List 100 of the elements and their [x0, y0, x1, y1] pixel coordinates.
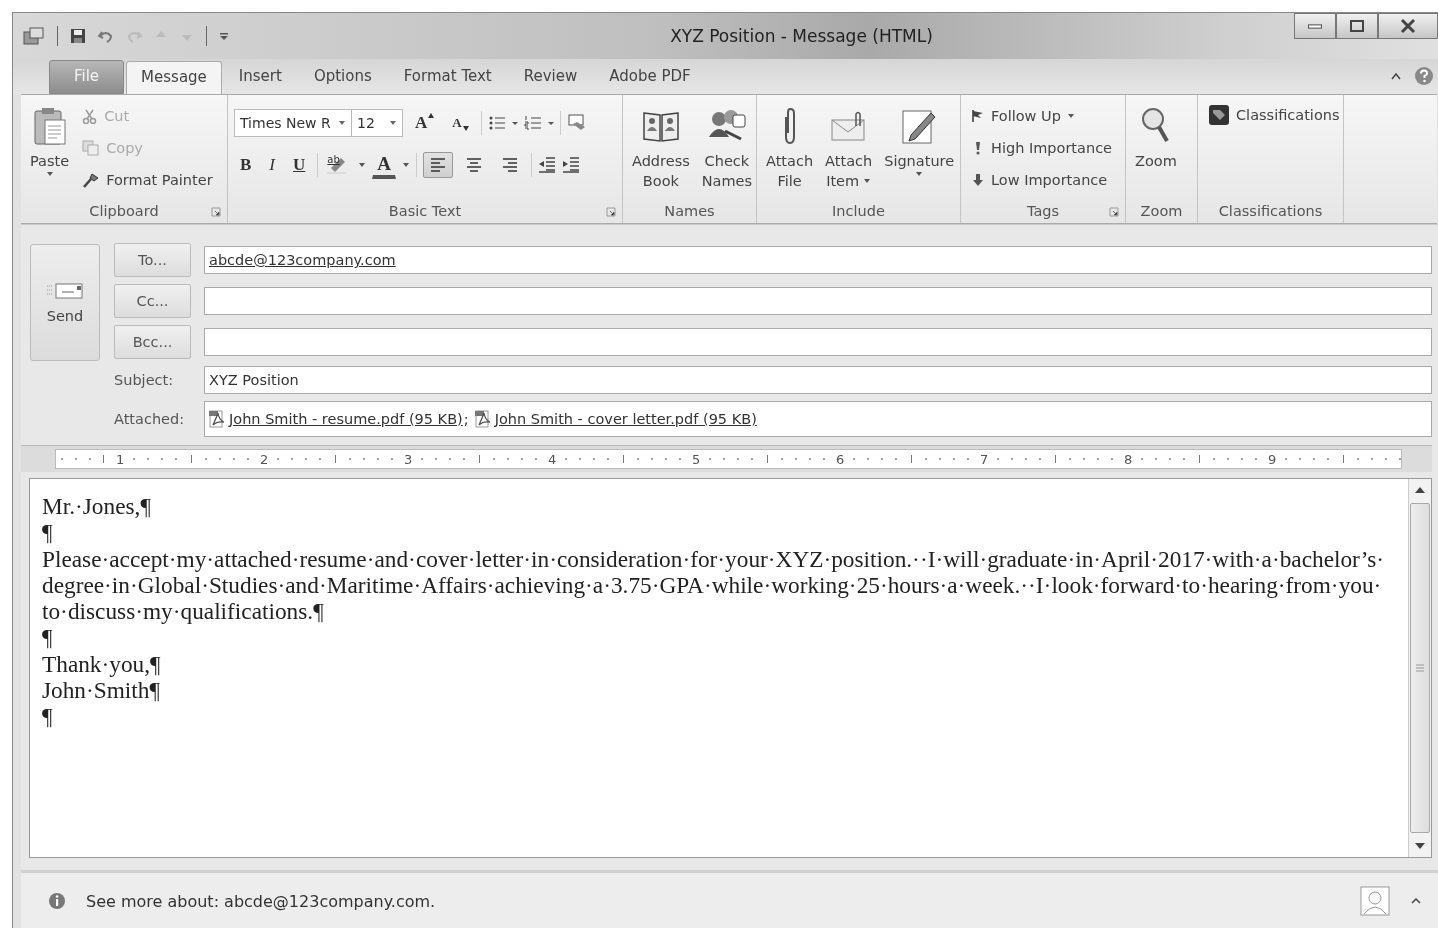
recipient-button[interactable]: Bcc... — [114, 325, 191, 359]
decrease-indent-icon[interactable] — [538, 157, 557, 173]
recipient-field[interactable] — [204, 328, 1432, 356]
ribbon-tab[interactable]: Insert — [223, 60, 297, 94]
format-button[interactable]: U — [287, 152, 312, 178]
ribbon-button[interactable]: Check Names — [696, 99, 758, 195]
minimize-icon — [1308, 23, 1322, 29]
close-icon — [1399, 18, 1417, 34]
scroll-up-icon[interactable] — [1414, 485, 1426, 495]
ribbon-tab[interactable]: Options — [298, 60, 387, 94]
ribbon-button[interactable]: Attach Item — [820, 99, 878, 195]
flag-icon — [971, 109, 985, 123]
minimize-button[interactable] — [1294, 13, 1336, 39]
pdf-icon — [209, 410, 225, 428]
ribbon-button[interactable]: Classifications — [1202, 101, 1346, 131]
ribbon-tab[interactable]: Adobe PDF — [594, 60, 706, 94]
ribbon-button[interactable]: Address Book — [627, 99, 695, 195]
scroll-down-icon[interactable] — [1414, 841, 1426, 851]
format-button[interactable]: I — [263, 152, 281, 178]
attachment-field[interactable]: John Smith - resume.pdf (95 KB); John Smith - cover letter.pdf (95 KB) — [204, 401, 1432, 437]
body-paragraph: Mr.·Jones,¶ — [42, 493, 152, 520]
grow-font-button[interactable]: A — [409, 110, 441, 136]
body-paragraph: ¶ — [42, 624, 54, 651]
ribbon-button[interactable]: Paste — [25, 99, 75, 195]
ribbon-button[interactable]: High Importance — [965, 133, 1119, 163]
group-label: Basic Text — [388, 203, 462, 219]
highlighter-icon — [327, 156, 350, 174]
ruler-number: 5 — [692, 451, 700, 467]
down-arrow-icon — [462, 126, 469, 131]
group-label: Names — [664, 203, 715, 219]
format-button[interactable]: B — [234, 152, 258, 178]
maximize-icon — [1349, 19, 1365, 33]
recipient-button[interactable]: To... — [114, 243, 191, 277]
dialog-launcher-icon[interactable] — [606, 207, 616, 217]
save-icon[interactable] — [70, 28, 86, 44]
pdf-icon — [474, 410, 491, 428]
address-book-icon — [641, 109, 680, 143]
highlight-button[interactable]: ab — [324, 153, 353, 177]
envelope-icon — [46, 281, 84, 300]
body-paragraph: John·Smith¶ — [42, 677, 161, 704]
status-text: See more about: abcde@123company.com. — [86, 891, 437, 911]
help-icon[interactable] — [1414, 66, 1434, 86]
body-paragraph: Please·accept·my·attached·resume·and·cover·letter·in·consideration·for·your·XYZ·position.··I·will·graduate·in·April·2017·with·a·bachelor’s·degree·in·Global·Studies·and·Maritime·Affairs·achieving·a·3.75·GPA·while·working·25·hours·a·week.··I·look·forward·to·hearing·from·you·to·discuss·my·qualifications.¶ — [42, 545, 1385, 625]
ribbon-tab[interactable]: Review — [508, 60, 593, 94]
search-icon — [1140, 107, 1171, 145]
attachment-link[interactable]: John Smith - resume.pdf (95 KB) — [229, 411, 463, 427]
recipient-button[interactable]: Cc... — [114, 284, 191, 318]
caret-icon[interactable] — [402, 162, 411, 168]
font-size-field[interactable]: 12 — [351, 109, 403, 137]
scrollbar[interactable] — [1408, 479, 1431, 857]
ribbon-tab[interactable]: Format Text — [388, 60, 507, 94]
body-paragraph: Thank·you,¶ — [42, 650, 162, 678]
font-color-button[interactable]: A — [372, 151, 397, 179]
subject-field[interactable]: XYZ Position — [204, 366, 1432, 394]
bullet-list-icon[interactable] — [487, 115, 518, 131]
ribbon-button[interactable]: Format Painter — [76, 165, 219, 195]
ribbon-tab[interactable]: Message — [126, 61, 222, 95]
group-label: Classifications — [1218, 203, 1323, 219]
subject-label: Subject: — [114, 372, 175, 388]
app-icon[interactable] — [23, 27, 45, 45]
increase-indent-icon[interactable] — [562, 157, 581, 173]
people-icon — [706, 109, 747, 143]
group-label: Include — [832, 203, 885, 219]
styles-icon[interactable] — [566, 114, 587, 132]
ruler-number: 8 — [1124, 451, 1132, 467]
close-button[interactable] — [1378, 13, 1438, 39]
envelope-icon — [829, 110, 868, 142]
ribbon-button[interactable]: Attach File — [761, 99, 819, 195]
ruler-number: 4 — [548, 451, 556, 467]
info-icon — [48, 892, 66, 910]
numbered-list-icon[interactable] — [523, 115, 554, 131]
scroll-thumb[interactable] — [1410, 503, 1430, 833]
customize-icon[interactable] — [219, 30, 229, 42]
scissors-icon — [82, 108, 99, 124]
ribbon-button[interactable]: Follow Up — [965, 101, 1119, 131]
align-button[interactable] — [423, 152, 454, 178]
collapse-ribbon-icon[interactable] — [1390, 71, 1402, 81]
ribbon-button[interactable]: Zoom — [1130, 99, 1182, 195]
ruler-number: 7 — [980, 451, 988, 467]
expand-icon[interactable] — [1410, 896, 1422, 906]
caret-icon[interactable] — [358, 162, 367, 168]
attachment-link[interactable]: John Smith - cover letter.pdf (95 KB) — [494, 411, 757, 427]
brush-icon — [82, 172, 101, 188]
maximize-button[interactable] — [1336, 13, 1378, 39]
ruler-number: 6 — [836, 451, 844, 467]
dialog-launcher-icon[interactable] — [1109, 207, 1119, 217]
recipient-field[interactable] — [204, 287, 1432, 315]
shrink-font-button[interactable]: A — [446, 112, 475, 134]
ribbon-button[interactable]: Signature — [879, 99, 960, 195]
clipboard-icon — [32, 106, 67, 146]
recipient-field[interactable]: abcde@123company.com — [204, 246, 1432, 274]
caret-icon — [389, 120, 397, 126]
dialog-launcher-icon[interactable] — [211, 207, 221, 217]
ribbon-button[interactable]: Low Importance — [965, 165, 1119, 195]
send-button[interactable]: Send — [30, 244, 100, 361]
document-pen-icon — [901, 107, 938, 145]
ruler-number: 3 — [404, 451, 412, 467]
tag-icon — [1208, 103, 1230, 126]
font-name-field[interactable]: Times New R — [234, 109, 352, 137]
align-icon — [466, 158, 483, 172]
